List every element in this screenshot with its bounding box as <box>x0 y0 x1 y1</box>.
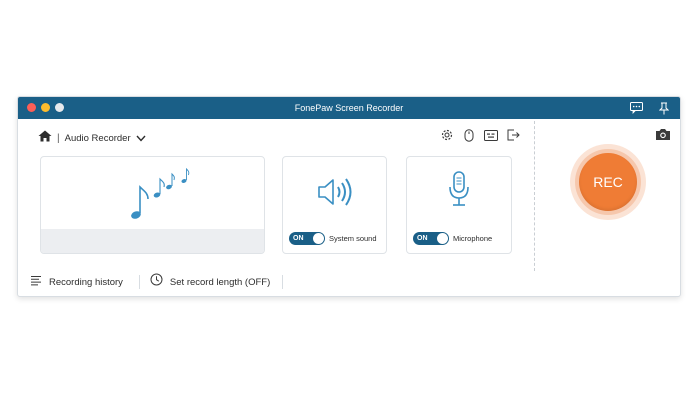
system-sound-toggle[interactable]: ON <box>289 232 325 245</box>
recorder-mode-bar: | Audio Recorder <box>38 129 146 147</box>
hotkey-icon[interactable] <box>484 128 498 142</box>
titlebar-actions <box>628 100 672 116</box>
recording-history-label: Recording history <box>49 276 123 288</box>
waveform-track <box>41 229 264 253</box>
speaker-icon <box>317 177 355 212</box>
pin-icon[interactable] <box>656 100 672 116</box>
toolbar-separator: | <box>57 132 60 144</box>
list-icon <box>30 273 42 291</box>
microphone-icon <box>447 171 471 216</box>
recorder-mode-label[interactable]: Audio Recorder <box>65 133 131 144</box>
exit-icon[interactable] <box>506 128 520 142</box>
feedback-icon[interactable] <box>628 100 644 116</box>
toggle-knob <box>313 233 324 244</box>
clock-icon <box>150 273 163 291</box>
audio-waveform-panel <box>40 156 265 254</box>
recorder-tools <box>440 128 520 142</box>
panel-divider <box>534 121 535 271</box>
set-record-length-label: Set record length (OFF) <box>169 276 271 288</box>
microphone-toggle-row: ON Microphone <box>413 232 492 245</box>
settings-icon[interactable] <box>440 128 454 142</box>
window-controls <box>27 103 64 112</box>
app-window: FonePaw Screen Recorder | Audio Recorder <box>17 96 681 297</box>
rec-button[interactable]: REC <box>579 153 637 211</box>
footer-divider <box>282 275 284 289</box>
system-sound-toggle-state: ON <box>293 235 304 242</box>
chevron-down-icon[interactable] <box>136 129 146 147</box>
minimize-window-button[interactable] <box>41 103 50 112</box>
mouse-icon[interactable] <box>462 128 476 142</box>
recording-history-button[interactable]: Recording history <box>30 273 123 291</box>
footer-bar: Recording history Set record length (OFF… <box>30 273 284 291</box>
microphone-toggle[interactable]: ON <box>413 232 449 245</box>
set-record-length-button[interactable]: Set record length (OFF) <box>150 273 270 291</box>
toggle-knob <box>437 233 448 244</box>
system-sound-label: System sound <box>329 234 377 243</box>
microphone-label: Microphone <box>453 234 493 243</box>
microphone-toggle-state: ON <box>417 235 428 242</box>
zoom-window-button[interactable] <box>55 103 64 112</box>
window-title: FonePaw Screen Recorder <box>294 103 404 113</box>
microphone-card: ON Microphone <box>406 156 512 254</box>
home-icon[interactable] <box>38 129 52 147</box>
system-sound-card: ON System sound <box>282 156 387 254</box>
camera-icon[interactable] <box>655 128 671 146</box>
music-notes-icon <box>126 165 196 230</box>
titlebar: FonePaw Screen Recorder <box>18 97 680 119</box>
close-window-button[interactable] <box>27 103 36 112</box>
system-sound-toggle-row: ON System sound <box>289 232 377 245</box>
footer-divider <box>138 275 140 289</box>
